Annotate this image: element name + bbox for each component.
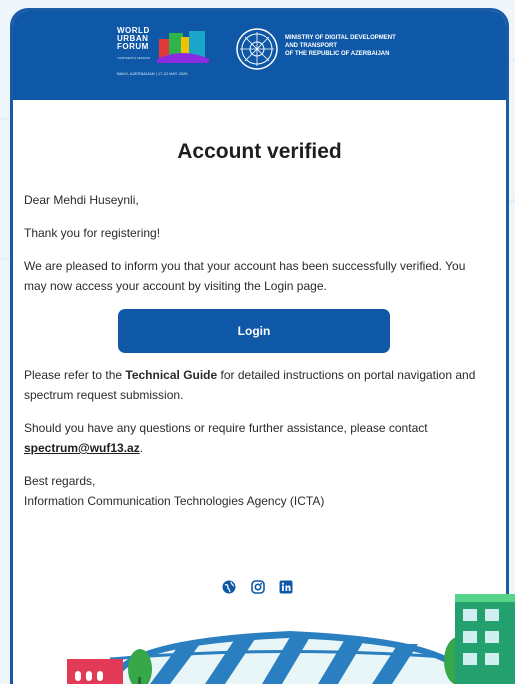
wuf-emblem-icon bbox=[157, 31, 209, 63]
wuf-session: THIRTEENTH SESSION bbox=[117, 56, 151, 60]
email-header: WORLD URBAN FORUM THIRTEENTH SESSION BAK… bbox=[13, 11, 506, 100]
greeting: Dear Mehdi Huseynli, bbox=[24, 193, 139, 207]
city-illustration bbox=[67, 594, 515, 684]
login-button[interactable]: Login bbox=[118, 309, 390, 353]
thanks-text: Thank you for registering! bbox=[24, 226, 161, 240]
signature-block: Best regards, Information Communication T… bbox=[24, 474, 325, 508]
verified-text: We are pleased to inform you that your a… bbox=[24, 259, 466, 293]
contact-text: Should you have any questions or require… bbox=[24, 421, 428, 455]
wuf-logo-text: WORLD URBAN FORUM bbox=[117, 26, 150, 51]
contact-email-link[interactable]: spectrum@wuf13.az bbox=[24, 441, 140, 455]
email-body: Dear Mehdi Huseynli, Thank you for regis… bbox=[24, 190, 484, 524]
wuf-dates: BAKU, AZERBAIJAN | 17-22 MAY 2026 bbox=[117, 71, 188, 76]
technical-guide-link[interactable]: Technical Guide bbox=[125, 368, 217, 382]
ministry-seal-icon bbox=[236, 28, 278, 70]
page-title: Account verified bbox=[177, 140, 342, 163]
guide-text: Please refer to the Technical Guide for … bbox=[24, 368, 476, 402]
login-button-wrap: Login bbox=[24, 309, 484, 353]
ministry-name: MINISTRY OF DIGITAL DEVELOPMENT AND TRAN… bbox=[285, 35, 396, 57]
wuf-logo: WORLD URBAN FORUM THIRTEENTH SESSION BAK… bbox=[117, 27, 221, 85]
